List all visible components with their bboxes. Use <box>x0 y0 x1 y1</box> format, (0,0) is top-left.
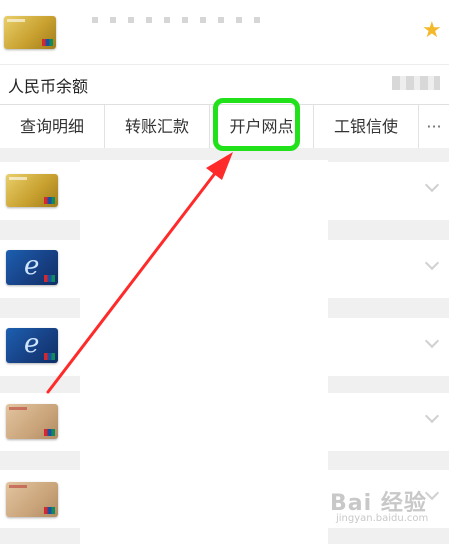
bank-card-thumbnail <box>6 404 58 439</box>
more-button[interactable]: ··· <box>419 105 449 148</box>
unionpay-logo <box>44 197 55 204</box>
chevron-down-icon[interactable] <box>424 255 440 271</box>
bank-card-thumbnail[interactable] <box>4 16 56 49</box>
redaction-panel <box>80 160 328 544</box>
icbc-messenger-button[interactable]: 工银信使 <box>314 105 419 148</box>
star-icon[interactable]: ★ <box>422 20 442 42</box>
unionpay-logo <box>42 39 53 46</box>
transfer-button[interactable]: 转账汇款 <box>105 105 210 148</box>
unionpay-logo <box>44 429 55 436</box>
chevron-down-icon[interactable] <box>424 333 440 349</box>
bank-card-thumbnail <box>6 174 58 207</box>
bank-card-thumbnail: e <box>6 328 58 363</box>
query-details-button[interactable]: 查询明细 <box>0 105 105 148</box>
chevron-down-icon[interactable] <box>424 177 440 193</box>
bank-card-thumbnail: e <box>6 250 58 285</box>
unionpay-logo <box>44 353 55 360</box>
watermark-url: jingyan.baidu.com <box>336 513 429 524</box>
balance-label: 人民币余额 <box>8 77 89 96</box>
unionpay-logo <box>44 275 55 282</box>
bank-card-thumbnail <box>6 482 58 517</box>
highlight-box <box>213 98 300 151</box>
unionpay-logo <box>44 507 55 514</box>
chevron-down-icon[interactable] <box>424 485 440 501</box>
balance-redacted <box>392 76 440 90</box>
account-name-redacted <box>92 17 272 23</box>
chevron-down-icon[interactable] <box>424 408 440 424</box>
